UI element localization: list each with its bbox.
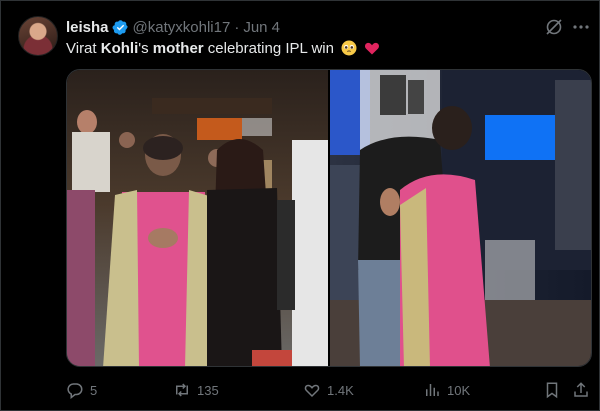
tweet-text-part: Virat bbox=[66, 40, 101, 57]
author-handle[interactable]: @katyxkohli17 bbox=[133, 19, 231, 36]
pleading-face-emoji-icon bbox=[341, 40, 357, 56]
share-button[interactable] bbox=[572, 379, 596, 401]
bookmark-button[interactable] bbox=[543, 379, 567, 401]
like-count: 1.4K bbox=[327, 382, 354, 398]
views-button[interactable]: 10K bbox=[423, 379, 470, 401]
author-name[interactable]: leisha bbox=[66, 19, 109, 36]
verified-badge-icon bbox=[112, 19, 129, 36]
tweet-card[interactable]: leisha @katyxkohli17 · Jun 4 Virat Kohli… bbox=[0, 0, 600, 411]
grok-icon[interactable] bbox=[544, 17, 564, 37]
tweet-text-part: 's bbox=[138, 40, 153, 57]
heart-icon bbox=[304, 384, 320, 398]
like-button[interactable]: 1.4K bbox=[303, 379, 354, 401]
bookmark-icon bbox=[546, 382, 558, 399]
reply-button[interactable]: 5 bbox=[66, 379, 97, 401]
separator-dot: · bbox=[234, 18, 240, 36]
reply-count: 5 bbox=[90, 382, 98, 398]
hug-photo-right[interactable] bbox=[330, 70, 591, 366]
tweet-text-bold: mother bbox=[152, 40, 204, 57]
share-icon bbox=[574, 382, 588, 397]
repost-button[interactable]: 135 bbox=[173, 379, 219, 401]
more-icon[interactable] bbox=[571, 17, 591, 37]
reply-icon bbox=[67, 383, 83, 399]
tweet-text-part: celebrating IPL win bbox=[203, 40, 334, 57]
tweet-text: Virat Kohli's mother celebrating IPL win bbox=[66, 39, 380, 59]
post-date[interactable]: Jun 4 bbox=[243, 19, 280, 36]
red-heart-emoji-icon bbox=[364, 40, 380, 56]
avatar[interactable] bbox=[18, 16, 58, 56]
tweet-text-bold: Kohli bbox=[100, 40, 139, 57]
views-count: 10K bbox=[447, 382, 471, 398]
celebration-photo-left[interactable] bbox=[67, 70, 328, 366]
action-bar: 5 135 1.4K 10K bbox=[66, 379, 592, 401]
views-icon bbox=[426, 384, 439, 396]
media-grid bbox=[66, 69, 592, 367]
tweet-header: leisha @katyxkohli17 · Jun 4 bbox=[66, 17, 280, 37]
repost-icon bbox=[176, 383, 188, 397]
repost-count: 135 bbox=[197, 382, 219, 398]
